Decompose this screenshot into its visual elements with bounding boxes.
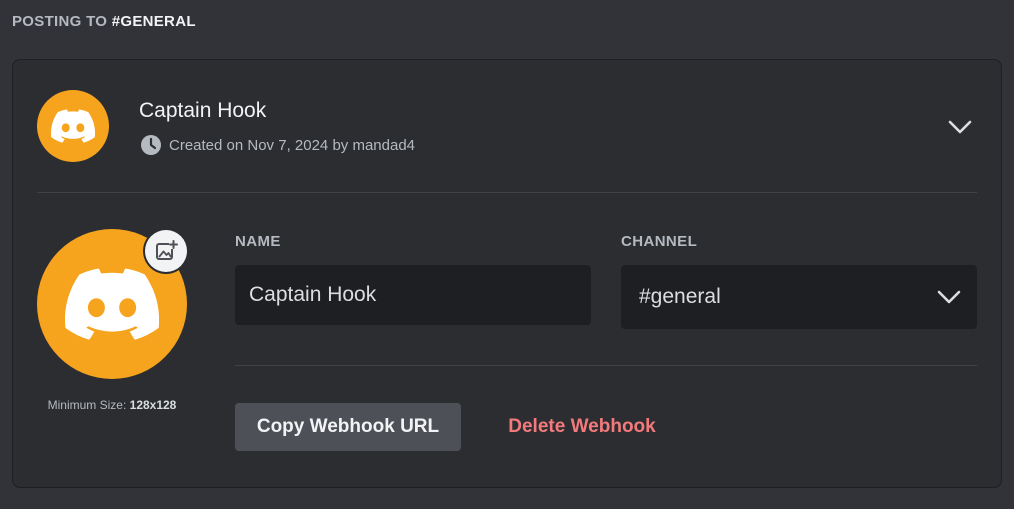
min-size-hint: Minimum Size: 128x128 bbox=[37, 398, 187, 412]
image-add-icon bbox=[156, 240, 178, 260]
clock-icon bbox=[140, 134, 162, 156]
name-field-label: NAME bbox=[235, 233, 281, 250]
discord-logo-icon bbox=[65, 268, 159, 340]
upload-image-button[interactable] bbox=[145, 230, 187, 272]
divider bbox=[235, 365, 977, 366]
webhook-avatar-small bbox=[37, 90, 109, 162]
channel-select[interactable]: #general bbox=[621, 265, 977, 329]
discord-logo-icon bbox=[51, 109, 95, 143]
name-input[interactable] bbox=[235, 265, 591, 325]
webhook-title: Captain Hook bbox=[139, 99, 267, 122]
delete-webhook-button[interactable]: Delete Webhook bbox=[499, 403, 665, 451]
divider bbox=[37, 192, 977, 193]
channel-field-label: CHANNEL bbox=[621, 233, 698, 250]
copy-webhook-url-button[interactable]: Copy Webhook URL bbox=[235, 403, 461, 451]
webhook-card: Captain Hook Created on Nov 7, 2024 by m… bbox=[12, 59, 1002, 488]
chevron-down-icon bbox=[948, 120, 972, 134]
section-header-prefix: POSTING TO bbox=[12, 13, 112, 30]
channel-select-value: #general bbox=[639, 285, 721, 308]
section-header-channel: #GENERAL bbox=[111, 13, 196, 30]
collapse-toggle[interactable] bbox=[947, 116, 973, 138]
chevron-down-icon bbox=[937, 290, 961, 304]
section-header: POSTING TO #GENERAL bbox=[12, 13, 196, 30]
min-size-label: Minimum Size: bbox=[47, 398, 130, 412]
created-text: Created on Nov 7, 2024 by mandad4 bbox=[169, 136, 415, 154]
webhook-created-meta: Created on Nov 7, 2024 by mandad4 bbox=[140, 134, 415, 156]
min-size-value: 128x128 bbox=[129, 398, 177, 412]
